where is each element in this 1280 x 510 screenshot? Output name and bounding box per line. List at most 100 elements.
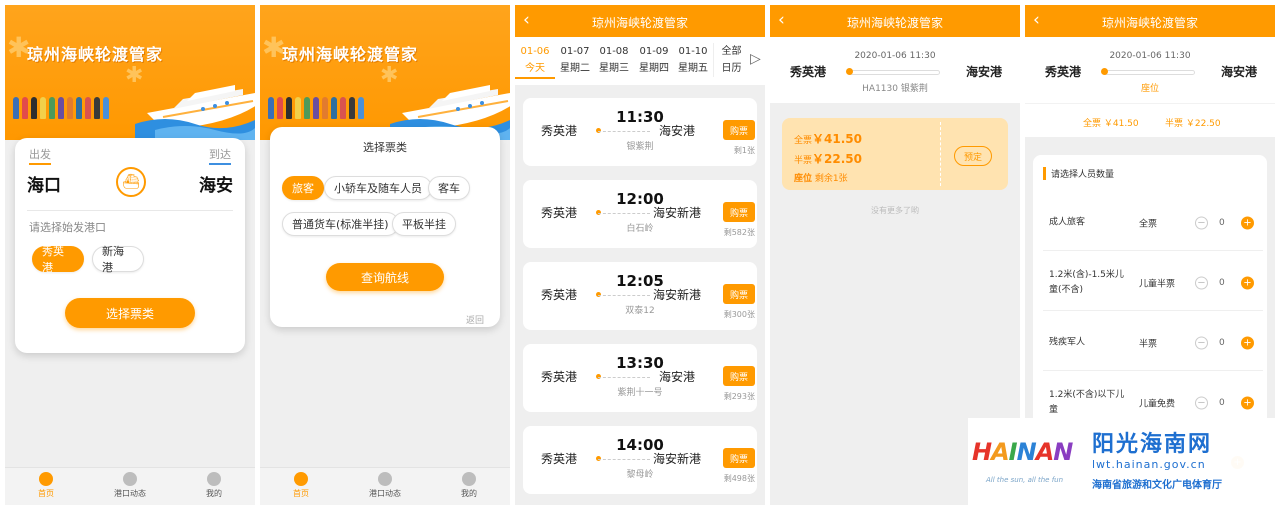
ticket-type-bus[interactable]: 客车 — [428, 176, 470, 200]
buy-button[interactable]: 购票 — [723, 120, 755, 140]
nav-bar: ‹ 琼州海峡轮渡管家 — [770, 5, 1020, 37]
trip-to: 海安港 — [659, 124, 696, 138]
buy-button[interactable]: 购票 — [723, 284, 755, 304]
minus-icon[interactable]: − — [1195, 216, 1208, 229]
from-label: 出发 — [29, 146, 51, 165]
home-screen: ✱ ✱ 琼州海峡轮渡管家 出发 到达 海口 ⛴ 海安 请选择始发港口 秀英港 新… — [5, 5, 255, 505]
tickets-left: 剩300张 — [723, 310, 755, 319]
trip-to: 海安港 — [659, 370, 696, 384]
plus-icon[interactable]: + — [1241, 336, 1254, 349]
logo-tagline: All the sun, all the fun — [986, 476, 1064, 484]
ticket-type-car[interactable]: 小轿车及随车人员 — [324, 176, 432, 200]
trip-from: 秀英港 — [541, 124, 578, 138]
trip-ship: 双泰12 — [625, 306, 655, 316]
wheel-icon — [378, 472, 392, 486]
tickets-left: 剩498张 — [723, 474, 755, 483]
port-option-xiuying[interactable]: 秀英港 — [32, 245, 84, 274]
wheel-icon — [123, 472, 137, 486]
route-line — [598, 377, 650, 378]
date-tab[interactable]: 01-08 星期三 — [594, 43, 634, 77]
ticket-perforation — [940, 122, 941, 186]
tab-mine[interactable]: 我的 — [439, 472, 499, 499]
tab-bar: 首页 港口动态 我的 — [260, 467, 510, 505]
brand-title: 琼州海峡轮渡管家 — [27, 45, 164, 64]
date-bar: 01-06 今天 01-07 星期二 01-08 星期三 01-09 星期四 01-10… — [515, 37, 765, 85]
hero-banner: ✱ ✱ 琼州海峡轮渡管家 — [260, 5, 510, 140]
ticket-type-passenger[interactable]: 旅客 — [282, 176, 324, 200]
nav-title: 琼州海峡轮渡管家 — [591, 16, 688, 30]
plus-icon[interactable]: + — [1241, 396, 1254, 409]
tab-port-status[interactable]: 港口动态 — [355, 472, 415, 499]
full-fare: 全票￥41.50 — [794, 132, 862, 146]
route-dot — [846, 68, 853, 75]
home-icon — [294, 472, 308, 486]
plus-icon[interactable]: + — [1241, 216, 1254, 229]
from-city[interactable]: 海口 — [27, 171, 61, 196]
passenger-row: 残疾军人 半票 − 0 + — [1043, 315, 1263, 371]
select-ticket-button[interactable]: 选择票类 — [65, 298, 195, 328]
buy-button[interactable]: 购票 — [723, 202, 755, 222]
buy-button[interactable]: 购票 — [723, 448, 755, 468]
nav-bar: ‹ 琼州海峡轮渡管家 — [515, 5, 765, 37]
trip-card[interactable]: 秀英港 12:00 白石岭 海安新港 购票 剩582张 — [523, 180, 757, 248]
route-to: 海安港 — [966, 65, 1003, 79]
route-line — [598, 213, 650, 214]
ticket-type-screen: ✱ ✱ 琼州海峡轮渡管家 选择票类 旅客 小轿车及随车人员 客车 普通货车(标准… — [260, 5, 510, 505]
tab-home[interactable]: 首页 — [271, 472, 331, 499]
trip-card[interactable]: 秀英港 13:30 紫荆十一号 海安港 购票 剩293张 — [523, 344, 757, 412]
schedule-screen: ‹ 琼州海峡轮渡管家 01-06 今天 01-07 星期二 01-08 星期三 01-… — [515, 5, 765, 505]
route-line — [598, 131, 650, 132]
reserve-button[interactable]: 预定 — [954, 146, 992, 166]
full-fare: 全票 ￥41.50 — [1083, 119, 1139, 129]
half-fare: 半票￥22.50 — [794, 152, 862, 166]
trip-card[interactable]: 秀英港 11:30 银紫荆 海安港 购票 剩1张 — [523, 98, 757, 166]
date-tab[interactable]: 01-06 今天 — [515, 43, 555, 79]
passenger-row: 1.2米(含)-1.5米儿童(不含) 儿童半票 − 0 + — [1043, 255, 1263, 311]
tab-bar: 首页 港口动态 我的 — [5, 467, 255, 505]
route-line — [598, 295, 650, 296]
buy-button[interactable]: 购票 — [723, 366, 755, 386]
date-tab[interactable]: 01-09 星期四 — [634, 43, 674, 77]
brand-title: 琼州海峡轮渡管家 — [282, 45, 419, 64]
trip-card[interactable]: 秀英港 12:05 双泰12 海安新港 购票 剩300张 — [523, 262, 757, 330]
route-line — [848, 70, 940, 75]
trip-card[interactable]: 秀英港 14:00 黎母岭 海安新港 购票 剩498张 — [523, 426, 757, 494]
route-card: 出发 到达 海口 ⛴ 海安 请选择始发港口 秀英港 新海港 选择票类 — [15, 138, 245, 353]
route-datetime: 2020-01-06 11:30 — [854, 51, 936, 61]
date-tab[interactable]: 01-07 星期二 — [555, 43, 595, 77]
query-route-button[interactable]: 查询航线 — [326, 263, 444, 291]
trip-to: 海安新港 — [653, 288, 702, 302]
minus-icon[interactable]: − — [1195, 276, 1208, 289]
tab-port-status[interactable]: 港口动态 — [100, 472, 160, 499]
to-label: 到达 — [209, 146, 231, 165]
trip-from: 秀英港 — [541, 288, 578, 302]
port-option-xinhai[interactable]: 新海港 — [92, 245, 144, 274]
date-tab[interactable]: 01-10 星期五 — [673, 43, 713, 77]
palm-icon: ✱ — [380, 63, 399, 88]
tab-home[interactable]: 首页 — [16, 472, 76, 499]
plus-icon[interactable]: + — [1241, 276, 1254, 289]
ticket-type-flatbed[interactable]: 平板半挂 — [392, 212, 456, 236]
watermark-logo: HAINAN All the sun, all the fun 阳光海南网 lw… — [968, 418, 1278, 508]
ticket-type-truck[interactable]: 普通货车(标准半挂) — [282, 212, 399, 236]
fare-summary: 全票 ￥41.50 半票 ￥22.50 — [1025, 103, 1275, 137]
trip-from: 秀英港 — [541, 370, 578, 384]
route-line — [598, 459, 650, 460]
to-city[interactable]: 海安 — [199, 171, 233, 196]
site-url: lwt.hainan.gov.cn — [1092, 458, 1206, 471]
back-link[interactable]: 返回 — [466, 313, 484, 326]
palm-icon: ✱ — [125, 63, 144, 88]
passenger-row: 成人旅客 全票 − 0 + — [1043, 195, 1263, 251]
calendar-button[interactable]: 全部 日历 — [713, 43, 749, 77]
hainan-logo: HAINAN — [972, 438, 1073, 466]
route-dot — [1101, 68, 1108, 75]
tickets-left: 剩582张 — [723, 228, 755, 237]
minus-icon[interactable]: − — [1195, 396, 1208, 409]
route-line — [1103, 70, 1195, 75]
trip-to: 海安新港 — [653, 452, 702, 466]
tab-mine[interactable]: 我的 — [184, 472, 244, 499]
chevron-right-icon[interactable]: ▷ — [750, 51, 761, 67]
divider — [27, 210, 233, 211]
minus-icon[interactable]: − — [1195, 336, 1208, 349]
swap-icon[interactable]: ⛴ — [116, 167, 146, 197]
